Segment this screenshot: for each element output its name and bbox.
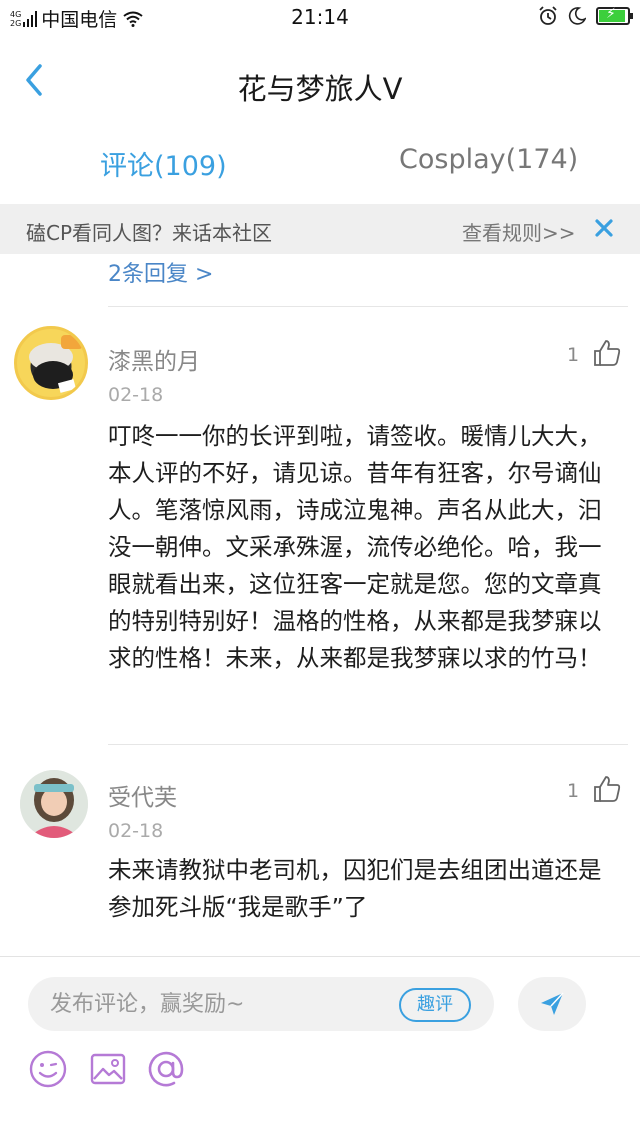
avatar[interactable] <box>14 326 88 400</box>
comment-username[interactable]: 受代芙 <box>108 778 177 812</box>
send-icon <box>541 992 564 1015</box>
quping-button[interactable]: 趣评 <box>399 988 471 1022</box>
at-icon[interactable] <box>146 1049 186 1089</box>
banner-text: 磕CP看同人图？来话本社区 <box>26 221 273 245</box>
thumbs-up-icon[interactable] <box>592 774 622 804</box>
promo-banner: 磕CP看同人图？来话本社区 查看规则>> <box>0 204 640 254</box>
tab-cosplay[interactable]: Cosplay(174) <box>399 144 578 175</box>
page-title: 花与梦旅人V <box>237 72 403 106</box>
moon-icon <box>568 7 586 25</box>
comment-date: 02-18 <box>108 820 164 842</box>
tab-bar: 评论(109) Cosplay(174) <box>0 130 640 196</box>
avatar-art-icon <box>29 335 83 393</box>
comment-composer: 趣评 <box>0 956 640 1138</box>
comment-body: 未来请教狱中老司机，囚犯们是去组团出道还是参加死斗版“我是歌手”了 <box>108 856 602 921</box>
comment-body: 叮咚一一你的长评到啦，请签收。暖情儿大大，本人评的不好，请见谅。昔年有狂客，尔号… <box>108 422 602 672</box>
battery-icon: ⚡ <box>596 6 633 25</box>
close-icon[interactable] <box>592 216 616 240</box>
alarm-icon <box>539 6 557 25</box>
status-bar: 4G 2G 中国电信 21:14 ⚡ <box>0 0 640 34</box>
view-rules-link[interactable]: 查看规则>> <box>462 217 576 246</box>
like-count: 1 <box>567 344 580 366</box>
divider <box>108 744 628 745</box>
like-count: 1 <box>567 780 580 802</box>
send-button[interactable] <box>518 977 586 1031</box>
image-icon[interactable] <box>88 1049 128 1089</box>
comment-date: 02-18 <box>108 384 164 406</box>
emoji-icon[interactable] <box>28 1049 68 1089</box>
avatar-photo-icon <box>20 770 88 838</box>
avatar[interactable] <box>20 770 88 838</box>
replies-link[interactable]: 2条回复 > <box>108 256 213 288</box>
divider <box>108 306 628 307</box>
nav-bar: 花与梦旅人V <box>0 40 640 120</box>
tab-comments[interactable]: 评论(109) <box>100 144 227 183</box>
comment-username[interactable]: 漆黑的月 <box>108 342 200 376</box>
thumbs-up-icon[interactable] <box>592 338 622 368</box>
